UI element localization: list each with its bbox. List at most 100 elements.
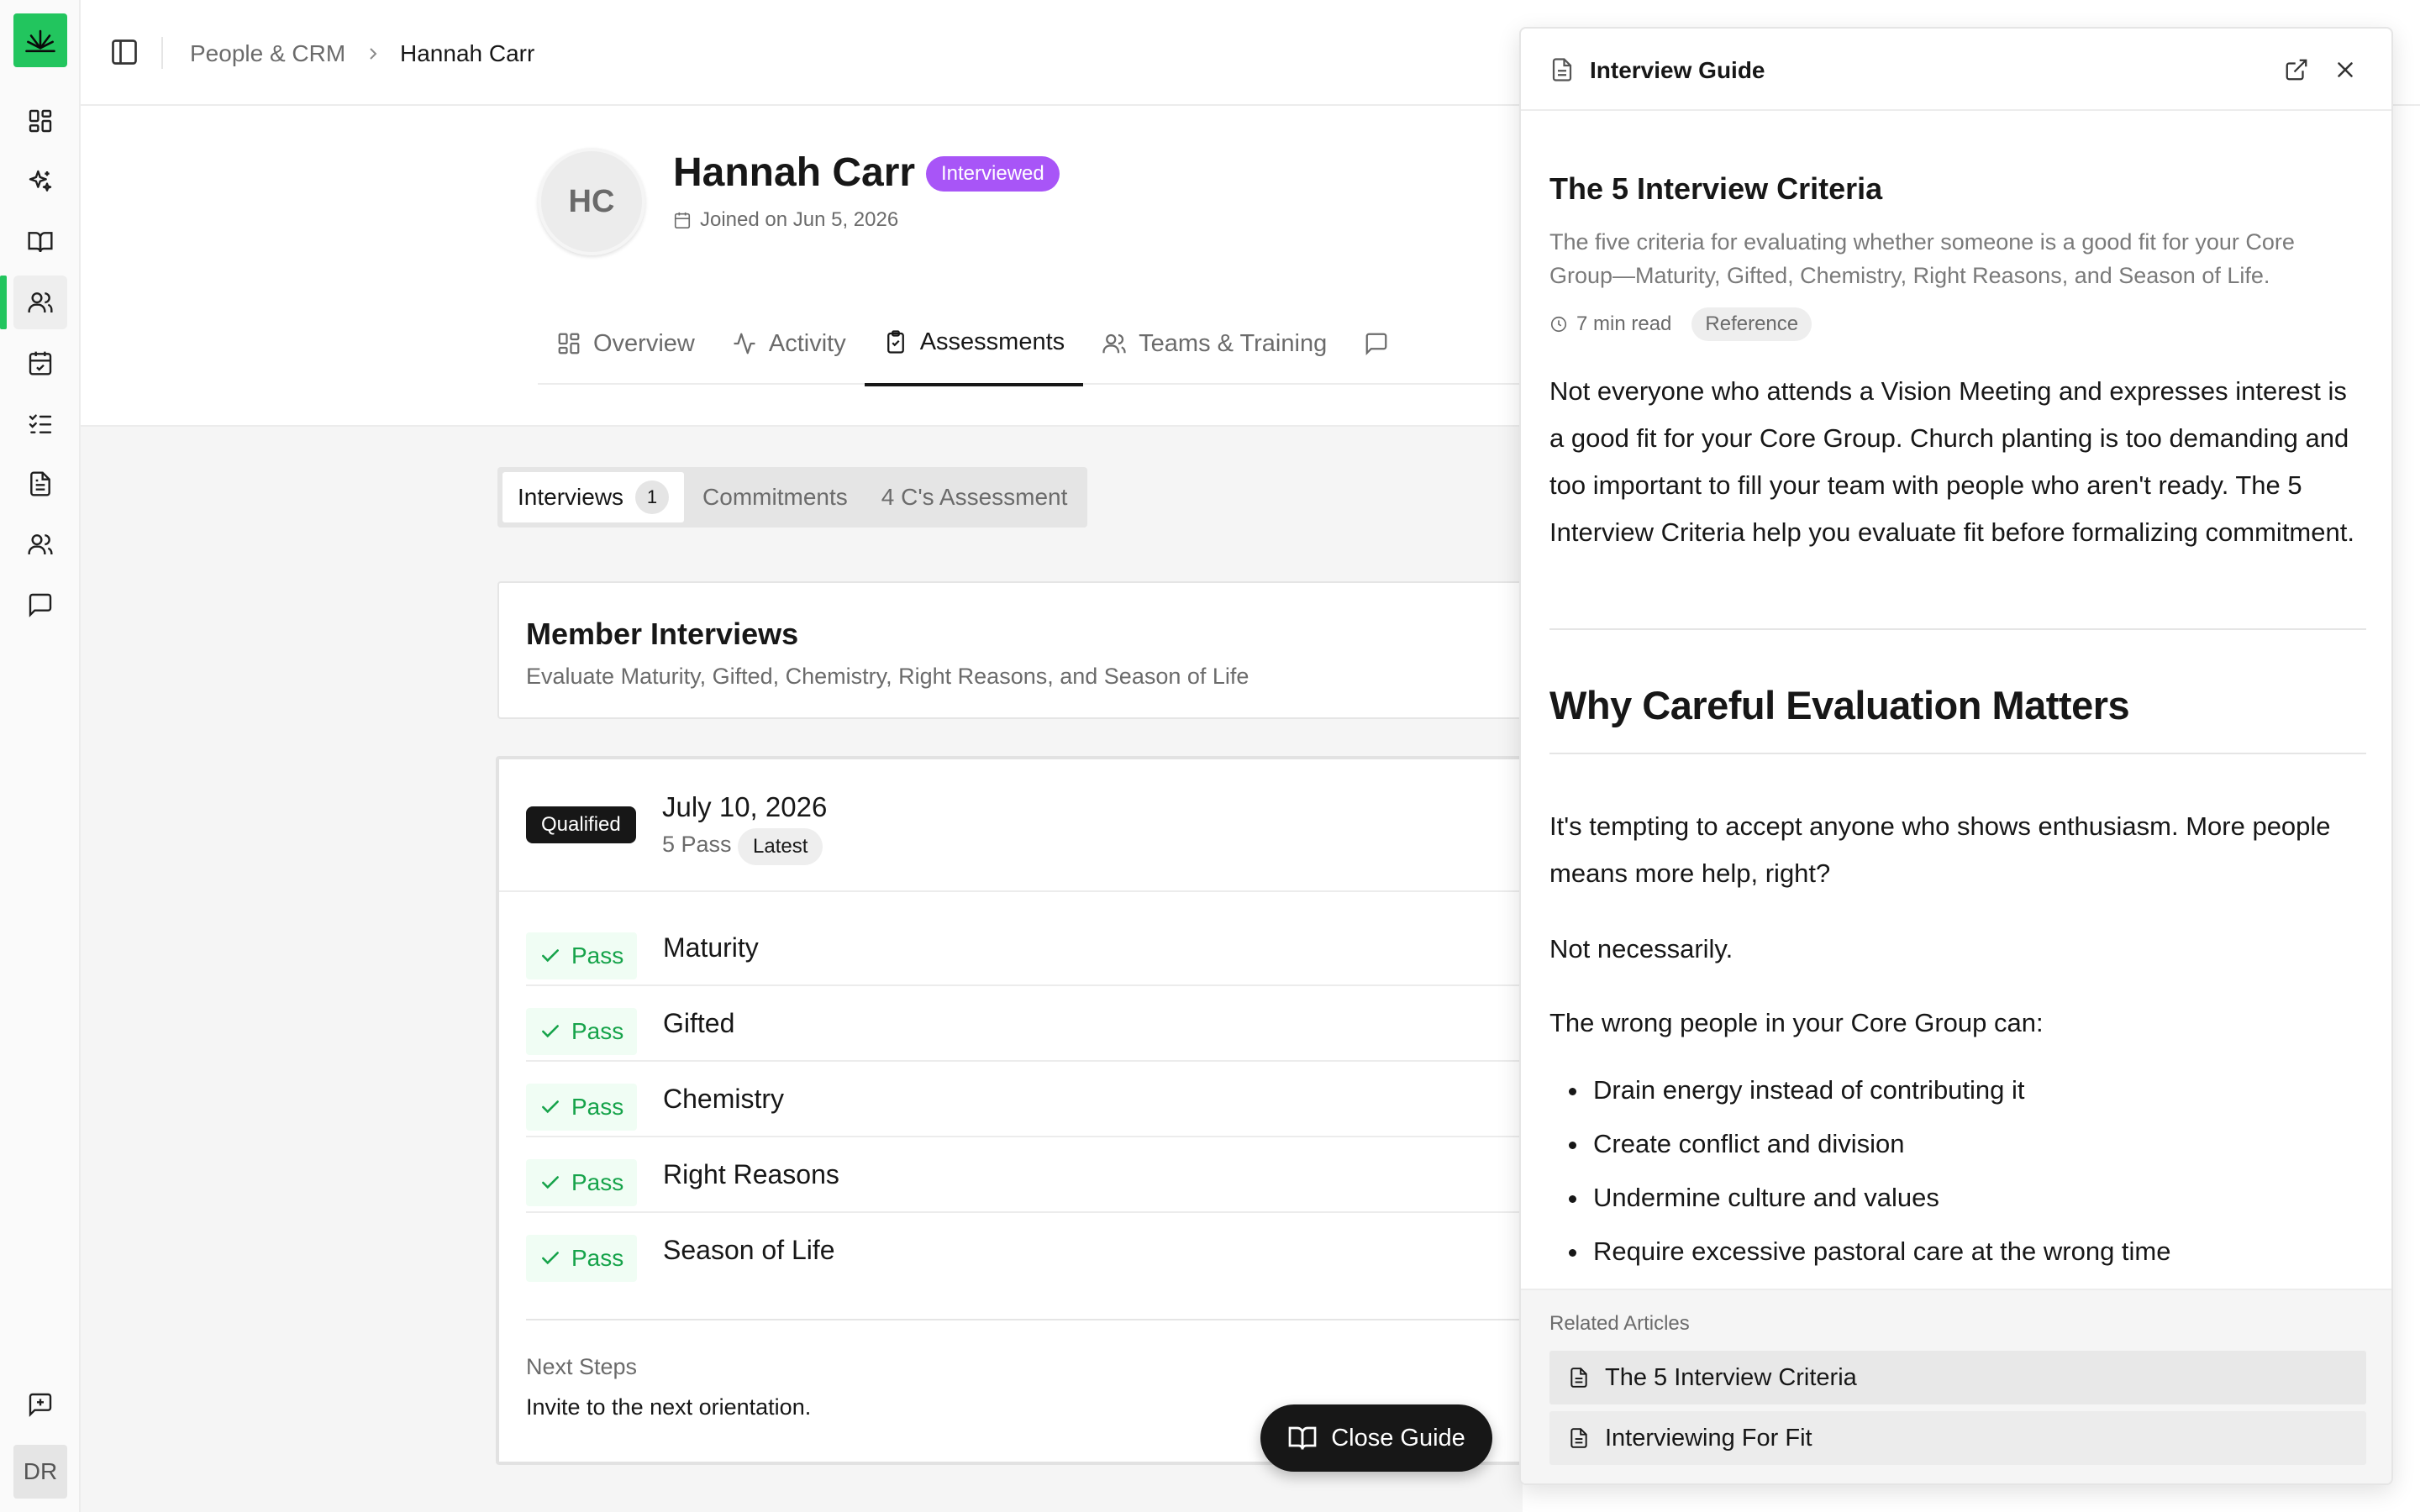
tab-assessments[interactable]: Assessments [864,301,1084,386]
book-open-icon [1288,1426,1317,1450]
close-panel-button[interactable] [2333,57,2358,82]
article-meta: 7 min read Reference [1549,307,1812,341]
related-article-link[interactable]: The 5 Interview Criteria [1549,1351,2366,1404]
subtab-commitments[interactable]: Commitments [687,472,863,522]
chevron-right-icon [370,48,377,60]
pass-badge: Pass [526,1008,638,1055]
clipboard-icon [886,330,904,354]
check-icon [542,1100,559,1114]
member-interviews-card: Member Interviews Evaluate Maturity, Gif… [497,581,1674,719]
sidebar-item-groups[interactable] [13,517,67,571]
users-icon [1102,333,1126,354]
tab-teams-training[interactable]: Teams & Training [1083,301,1345,386]
criteria-name: Season of Life [663,1235,835,1265]
tab-activity[interactable]: Activity [713,301,865,386]
checklist-icon [29,414,52,433]
tab-teams-training-label: Teams & Training [1139,329,1328,357]
sidebar-item-messages[interactable] [13,578,67,632]
message-icon [29,593,52,617]
check-icon [542,1252,559,1265]
related-article-title: Interviewing For Fit [1605,1424,1812,1452]
activity-icon [734,333,755,354]
open-external-button[interactable] [2284,57,2309,82]
document-icon [1570,1428,1587,1448]
section-heading-rule [1549,753,2366,754]
close-guide-button[interactable]: Close Guide [1260,1404,1492,1472]
pass-badge-label: Pass [571,1169,624,1195]
latest-badge: Latest [738,828,823,865]
sidebar-item-ai[interactable] [13,155,67,208]
article-bullet-list: Drain energy instead of contributing it … [1590,1063,2363,1315]
user-avatar[interactable]: DR [13,1445,67,1499]
sidebar-item-documents[interactable] [13,457,67,511]
check-icon [542,949,559,963]
pass-badge-label: Pass [571,1094,624,1120]
check-icon [542,1176,559,1189]
criteria-row: Pass Season of Life [526,1213,1674,1289]
member-interviews-title: Member Interviews [526,617,799,651]
list-item: Drain energy instead of contributing it [1590,1063,2363,1117]
article-intro: Not everyone who attends a Vision Meetin… [1549,376,2354,547]
interview-guide-panel: Interview Guide The 5 Interview Criteria… [1519,27,2393,1485]
joined-date-text: Joined on Jun 5, 2026 [700,208,899,231]
message-icon [1365,333,1387,355]
external-link-icon [2286,59,2307,81]
interview-divider [499,890,1669,892]
sidebar-item-guides[interactable] [13,215,67,269]
interview-pass-count: 5 Pass [662,832,732,857]
panel-left-icon [112,39,137,65]
criteria-row: Pass Chemistry [526,1062,1674,1137]
section-heading: Why Careful Evaluation Matters [1549,683,2130,727]
sidebar-item-dashboard[interactable] [13,94,67,148]
document-icon [30,471,50,496]
pass-badge: Pass [526,1235,638,1282]
interview-card[interactable]: Qualified July 10, 2026 5 Pass Latest Pa… [496,756,1674,1465]
pass-badge: Pass [526,932,638,979]
app-sidebar: DR [0,0,81,1512]
document-icon [1570,1368,1587,1388]
pass-badge: Pass [526,1084,638,1131]
close-icon [2338,62,2353,77]
next-steps-text: Invite to the next orientation. [526,1394,812,1420]
criteria-name: Chemistry [663,1084,785,1114]
message-plus-icon [29,1393,52,1417]
check-icon [542,1025,559,1038]
tab-overview[interactable]: Overview [538,301,713,386]
guide-panel-title: Interview Guide [1590,57,1765,83]
sidebar-item-tasks[interactable] [13,396,67,450]
criteria-name: Maturity [663,932,759,963]
pass-badge-label: Pass [571,1245,624,1271]
sidebar-item-people[interactable] [0,276,67,329]
joined-date: Joined on Jun 5, 2026 [673,208,898,232]
sidebar-item-events[interactable] [13,336,67,390]
sidebar-toggle-button[interactable] [109,37,143,71]
related-article-link[interactable]: Interviewing For Fit [1549,1411,2366,1465]
subtab-interviews-label: Interviews [518,484,624,510]
related-articles-label: Related Articles [1549,1312,1690,1335]
clock-icon [1550,316,1567,333]
related-articles: Related Articles The 5 Interview Criteri… [1521,1289,2391,1483]
assessments-content: Interviews 1 Commitments 4 C's Assessmen… [81,427,1674,1512]
reference-tag: Reference [1691,307,1812,341]
read-time: 7 min read [1576,312,1672,335]
people-icon [28,292,53,312]
profile-tabs: Overview Activity Assessments Teams & Tr… [538,301,1407,386]
interview-date: July 10, 2026 [662,791,828,822]
subtab-four-cs[interactable]: 4 C's Assessment [866,472,1083,522]
status-badge: Interviewed [926,156,1060,192]
feedback-button[interactable] [13,1378,67,1431]
dashboard-icon [29,109,52,133]
pass-badge-label: Pass [571,1018,624,1044]
grid-icon [558,333,580,354]
book-open-icon [28,232,53,253]
criteria-row: Pass Gifted [526,986,1674,1062]
breadcrumb-parent-link[interactable]: People & CRM [190,40,345,67]
pass-badge: Pass [526,1159,638,1206]
next-steps-label: Next Steps [526,1354,638,1379]
subtab-interviews[interactable]: Interviews 1 [502,472,685,522]
document-icon [1552,58,1572,81]
app-logo[interactable] [13,13,67,67]
tab-notes[interactable] [1345,301,1407,386]
article-lede: The five criteria for evaluating whether… [1549,229,2295,288]
criteria-name: Right Reasons [663,1159,839,1189]
